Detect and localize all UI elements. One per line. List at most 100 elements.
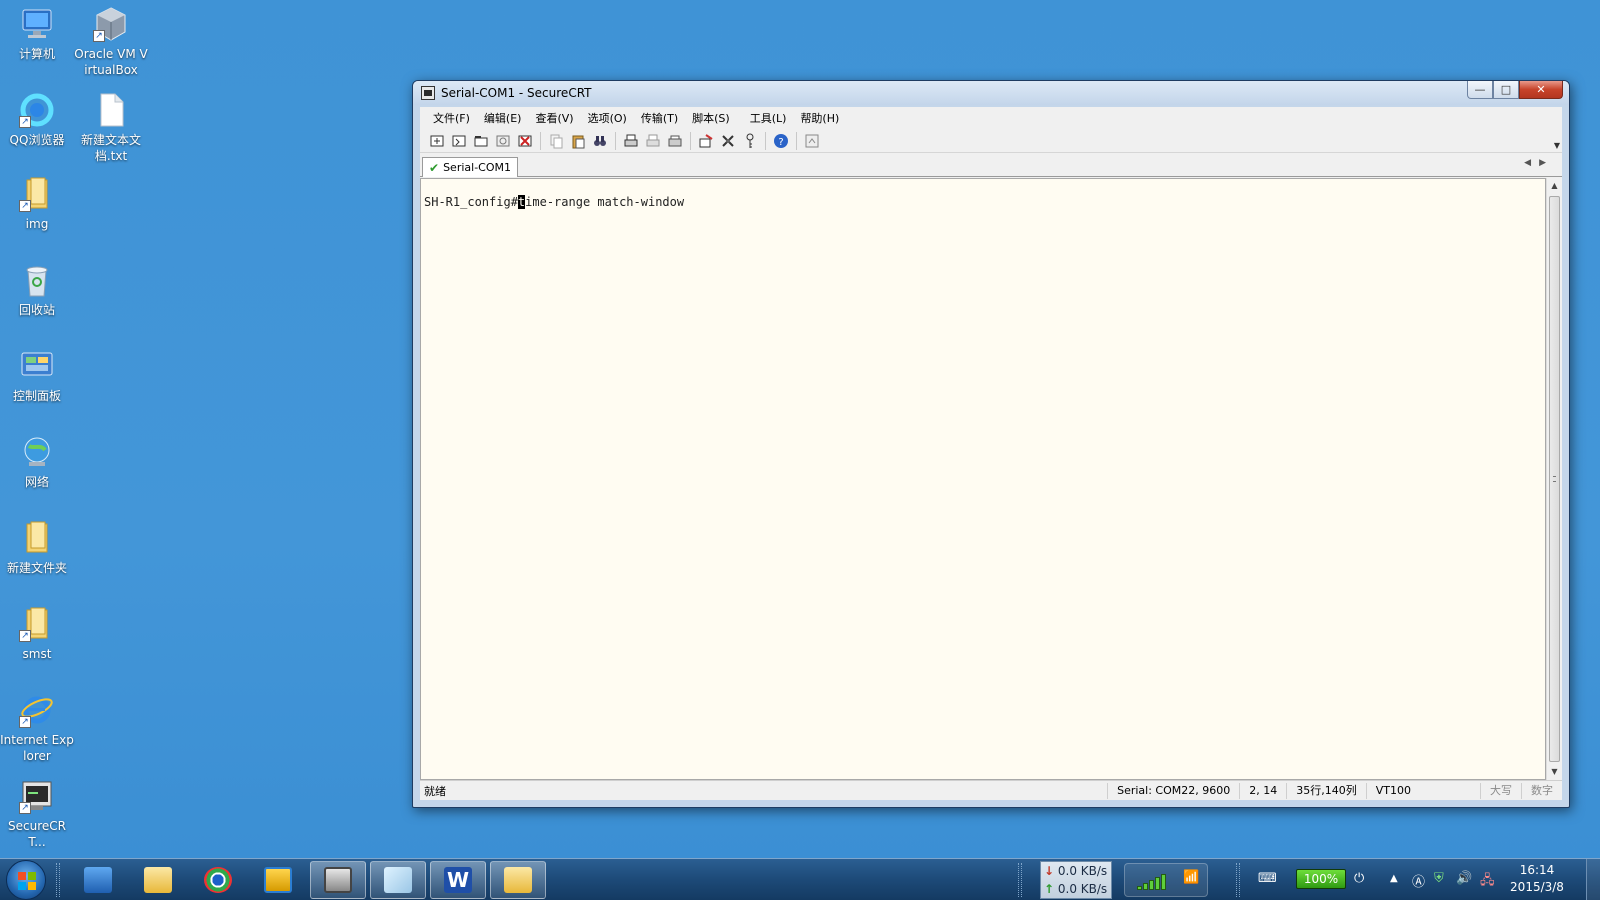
taskbar-explorer-button[interactable]	[130, 861, 186, 899]
global-options-button[interactable]	[717, 131, 739, 151]
desktop-icon-control-panel[interactable]: 控制面板	[0, 348, 74, 404]
session-options-button[interactable]	[695, 131, 717, 151]
session-options-icon	[699, 133, 713, 147]
security-shield-icon[interactable]: ⛨	[1434, 871, 1444, 886]
taskbar-notepad-button[interactable]	[370, 860, 426, 899]
sftp-button[interactable]	[801, 131, 823, 151]
shortcut-arrow-icon: ↗	[93, 30, 105, 42]
connect-in-tab-button[interactable]	[470, 131, 492, 151]
scroll-thumb[interactable]	[1549, 196, 1560, 762]
internet-explorer-icon: ↗	[19, 692, 55, 728]
find-button[interactable]	[589, 131, 611, 151]
keymap-button[interactable]	[739, 131, 761, 151]
paste-button[interactable]	[567, 131, 589, 151]
menu-help[interactable]: 帮助(H)	[793, 110, 846, 126]
desktop-icon-recycle-bin[interactable]: 回收站	[0, 262, 74, 318]
title-bar[interactable]: Serial-COM1 - SecureCRT — □ ✕	[413, 81, 1569, 105]
terminal-prompt: SH-R1_config#	[424, 195, 518, 209]
keyboard-icon[interactable]: ⌨	[1258, 871, 1277, 886]
toolbar-separator	[690, 131, 691, 150]
desktop-icon-securecrt[interactable]: ↗ SecureCRT...	[0, 778, 74, 850]
vertical-scrollbar[interactable]: ▲ ▼	[1546, 178, 1562, 780]
signal-bars-icon	[1137, 874, 1166, 890]
menu-file[interactable]: 文件(F)	[426, 110, 477, 126]
taskbar-computer-button[interactable]	[70, 861, 126, 899]
ime-icon[interactable]: Ⓐ	[1412, 871, 1425, 890]
virtualbox-icon: ↗	[93, 6, 129, 42]
show-hidden-icons-icon[interactable]: ▲	[1390, 873, 1398, 884]
reconnect-button[interactable]	[492, 131, 514, 151]
desktop-icon-text-file[interactable]: 新建文本文档.txt	[74, 92, 148, 164]
desktop-icon-internet-explorer[interactable]: ↗ Internet Explorer	[0, 692, 74, 764]
desktop-icon-label: 回收站	[18, 303, 55, 317]
terminal-area[interactable]: SH-R1_config#time-range match-window	[420, 178, 1546, 780]
menu-tools[interactable]: 工具(L)	[743, 110, 794, 126]
menu-view[interactable]: 查看(V)	[528, 110, 580, 126]
taskbar: W ↓ 0.0 KB/s ↑ 0.0 KB/s 📶 ⌨ 100% ⏻ ▲ Ⓐ ⛨…	[0, 858, 1600, 900]
disconnect-button[interactable]	[514, 131, 536, 151]
scroll-up-arrow-icon[interactable]: ▲	[1547, 178, 1562, 194]
menu-bar: 文件(F) 编辑(E) 查看(V) 选项(O) 传输(T) 脚本(S) 工具(L…	[420, 107, 1562, 129]
taskbar-grip[interactable]	[56, 862, 60, 897]
session-tab-bar: ✔ Serial-COM1 ◀▶	[420, 153, 1562, 177]
maximize-button[interactable]: □	[1493, 81, 1519, 99]
library-icon	[264, 866, 292, 893]
start-button[interactable]	[6, 859, 46, 900]
desktop-icon-img[interactable]: ↗ img	[0, 176, 74, 232]
folder-icon	[504, 866, 532, 893]
desktop-icon-new-folder[interactable]: 新建文件夹	[0, 520, 74, 576]
volume-icon[interactable]: 🔊	[1456, 871, 1472, 886]
taskbar-wps-writer-button[interactable]: W	[430, 860, 486, 899]
desktop-icon-virtualbox[interactable]: ↗ Oracle VM VirtualBox	[74, 6, 148, 78]
menu-script[interactable]: 脚本(S)	[685, 110, 737, 126]
show-desktop-button[interactable]	[1586, 859, 1600, 900]
taskbar-library-button[interactable]	[250, 861, 306, 899]
browser-icon	[204, 866, 232, 893]
power-plug-icon[interactable]: ⏻	[1354, 871, 1364, 886]
menu-transfer[interactable]: 传输(T)	[634, 110, 685, 126]
computer-icon	[84, 866, 112, 893]
toolbar-separator	[540, 131, 541, 150]
network-speed-widget[interactable]: ↓ 0.0 KB/s ↑ 0.0 KB/s	[1040, 861, 1112, 899]
system-clock[interactable]: 16:14 2015/3/8	[1502, 862, 1572, 896]
desktop-icon-network[interactable]: 网络	[0, 434, 74, 490]
close-button[interactable]: ✕	[1519, 81, 1563, 99]
desktop-icon-smst[interactable]: ↗ smst	[0, 606, 74, 662]
tab-scroll-arrows-icon[interactable]: ◀▶	[1524, 158, 1554, 168]
desktop-icon-computer[interactable]: 计算机	[0, 6, 74, 62]
taskbar-browser-button[interactable]	[190, 861, 246, 899]
securecrt-app-icon[interactable]	[421, 86, 435, 100]
folder-icon	[19, 520, 55, 556]
securecrt-icon: ↗	[19, 778, 55, 814]
tab-serial-com1[interactable]: ✔ Serial-COM1	[422, 157, 518, 177]
minimize-button[interactable]: —	[1467, 81, 1493, 99]
quick-connect-button[interactable]	[448, 131, 470, 151]
quick-connect-icon	[452, 135, 466, 146]
battery-indicator[interactable]: 100%	[1296, 869, 1346, 889]
window-title: Serial-COM1 - SecureCRT	[441, 86, 592, 100]
menu-edit[interactable]: 编辑(E)	[477, 110, 529, 126]
print-selection-button[interactable]	[642, 131, 664, 151]
copy-button[interactable]	[545, 131, 567, 151]
toolbar-overflow-icon[interactable]: ▼	[1554, 141, 1560, 150]
taskbar-folder-button[interactable]	[490, 860, 546, 899]
print-setup-button[interactable]	[664, 131, 686, 151]
scroll-down-arrow-icon[interactable]: ▼	[1547, 764, 1562, 780]
print-button[interactable]	[620, 131, 642, 151]
taskbar-grip[interactable]	[1236, 862, 1240, 897]
svg-text:?: ?	[778, 137, 783, 148]
securecrt-icon	[324, 866, 352, 893]
qq-browser-icon: ↗	[19, 92, 55, 128]
help-icon: ?	[774, 133, 788, 148]
folder-icon: ↗	[19, 176, 55, 212]
wireless-signal-widget[interactable]: 📶	[1124, 863, 1208, 897]
desktop-icon-qq-browser[interactable]: ↗ QQ浏览器	[0, 92, 74, 148]
upload-speed: 0.0 KB/s	[1057, 882, 1108, 896]
help-button[interactable]: ?	[770, 131, 792, 151]
securecrt-window[interactable]: Serial-COM1 - SecureCRT — □ ✕ 文件(F) 编辑(E…	[412, 80, 1570, 808]
network-status-icon[interactable]: 🖧	[1480, 871, 1495, 893]
connect-button[interactable]	[426, 131, 448, 151]
menu-options[interactable]: 选项(O)	[581, 110, 634, 126]
taskbar-grip[interactable]	[1018, 862, 1022, 897]
taskbar-securecrt-button[interactable]	[310, 860, 366, 899]
